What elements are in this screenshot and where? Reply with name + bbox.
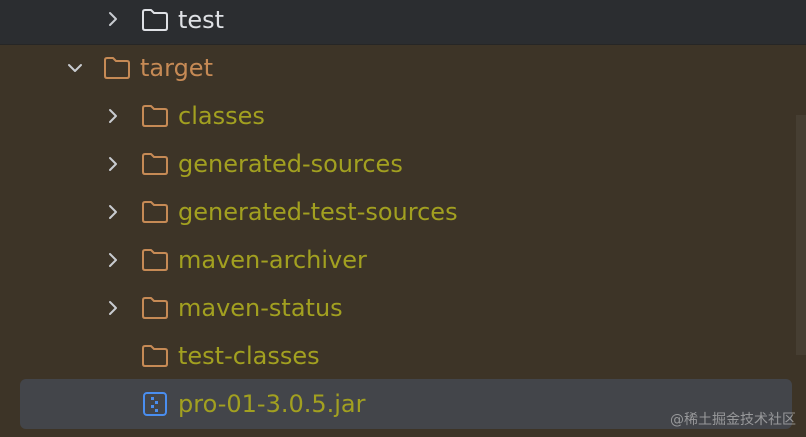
tree-item-label: test: [178, 6, 225, 34]
tree-item-label: generated-sources: [178, 150, 403, 178]
chevron-right-icon[interactable]: [104, 251, 122, 269]
tree-item-label: generated-test-sources: [178, 198, 458, 226]
tree-item-label: classes: [178, 102, 265, 130]
tree-row-maven-archiver[interactable]: maven-archiver: [0, 236, 806, 284]
tree-item-label: test-classes: [178, 342, 320, 370]
tree-row-test-classes[interactable]: test-classes: [0, 332, 806, 380]
tree-item-label: target: [140, 54, 213, 82]
folder-icon: [142, 105, 168, 127]
scrollbar[interactable]: [796, 115, 806, 355]
project-tree: test target classes generated-sources ge…: [0, 0, 806, 437]
tree-row-generated-test-sources[interactable]: generated-test-sources: [0, 188, 806, 236]
folder-icon: [142, 9, 168, 31]
tree-item-label: maven-archiver: [178, 246, 367, 274]
tree-row-maven-status[interactable]: maven-status: [0, 284, 806, 332]
tree-item-label: pro-01-3.0.5.jar: [178, 390, 366, 418]
folder-icon: [142, 345, 168, 367]
folder-icon: [104, 57, 130, 79]
chevron-right-icon[interactable]: [104, 299, 122, 317]
chevron-down-icon[interactable]: [66, 59, 84, 77]
watermark: @稀土掘金技术社区: [670, 412, 796, 428]
tree-row-test[interactable]: test: [0, 0, 806, 44]
tree-row-target[interactable]: target: [0, 44, 806, 92]
tree-row-generated-sources[interactable]: generated-sources: [0, 140, 806, 188]
jar-icon: [143, 392, 167, 416]
chevron-right-icon[interactable]: [104, 10, 122, 28]
tree-row-classes[interactable]: classes: [0, 92, 806, 140]
chevron-right-icon[interactable]: [104, 155, 122, 173]
folder-icon: [142, 297, 168, 319]
chevron-right-icon[interactable]: [104, 203, 122, 221]
folder-icon: [142, 153, 168, 175]
folder-icon: [142, 201, 168, 223]
chevron-right-icon[interactable]: [104, 107, 122, 125]
folder-icon: [142, 249, 168, 271]
tree-item-label: maven-status: [178, 294, 343, 322]
